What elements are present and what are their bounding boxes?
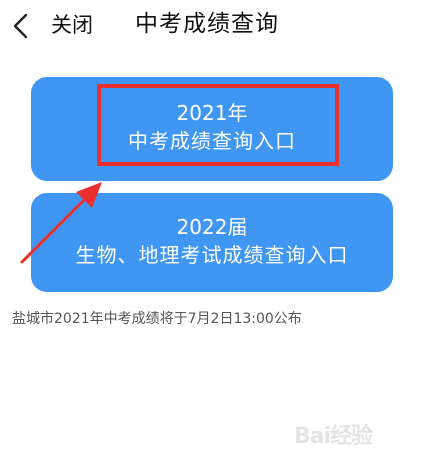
close-link[interactable]: 关闭 — [51, 11, 93, 39]
annotation-highlight-box — [97, 84, 339, 166]
chevron-left-icon[interactable] — [8, 10, 36, 42]
watermark-text: Bai经验 — [294, 424, 373, 449]
page-title: 中考成绩查询 — [135, 11, 279, 37]
annotation-arrow-icon — [20, 182, 102, 264]
announcement-text: 盐城市2021年中考成绩将于7月2日13:00公布 — [12, 311, 302, 327]
top-bar: 关闭 中考成绩查询 — [0, 0, 426, 52]
watermark-logo: Bai经验 — [294, 414, 404, 449]
